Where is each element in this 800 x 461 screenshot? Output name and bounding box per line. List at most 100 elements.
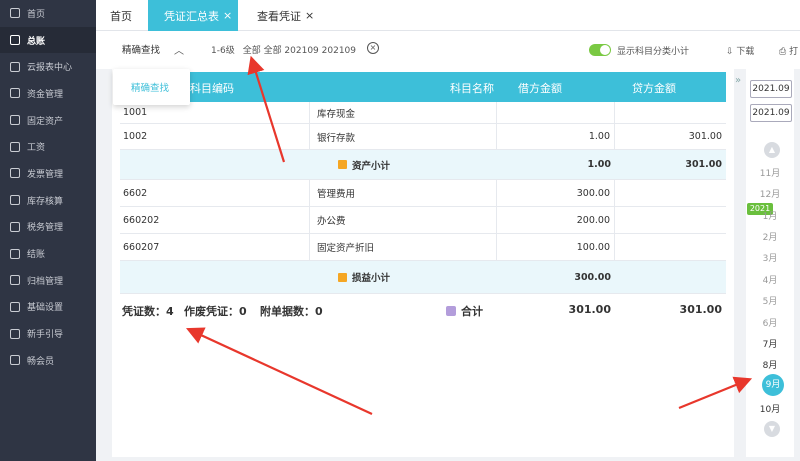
subtotal-debit: 1.00 (587, 159, 611, 170)
period-end-field[interactable]: 2021.09 (750, 104, 792, 122)
download-button[interactable]: ⇩ 下载 (726, 44, 754, 57)
sidebar-item-settings[interactable]: 基础设置 (0, 294, 96, 321)
sidebar-item-ledger[interactable]: 总账 (0, 26, 96, 54)
total-credit: 301.00 (679, 303, 722, 316)
clear-filter-icon[interactable]: × (367, 42, 379, 54)
month-item[interactable]: 10月 (746, 402, 794, 415)
warehouse-icon (10, 195, 20, 206)
month-item[interactable]: 12月 (746, 187, 794, 200)
sidebar-item-fixed-assets[interactable]: 固定资产 (0, 107, 96, 134)
cell-credit (615, 234, 726, 260)
month-item[interactable]: 8月 (746, 358, 794, 371)
sidebar-item-label: 结账 (27, 250, 46, 261)
sidebar-item-label: 固定资产 (27, 116, 64, 127)
print-button[interactable]: ⎙ 打 (779, 44, 798, 57)
scroll-down-icon[interactable]: ▼ (764, 421, 780, 437)
sidebar-item-archive[interactable]: 归档管理 (0, 267, 96, 294)
toggle-label: 显示科目分类小计 (617, 47, 690, 57)
table-row[interactable]: 1002 银行存款 1.00 301.00 (120, 124, 726, 150)
cell-code: 660207 (120, 234, 310, 260)
subtotal-toggle[interactable] (589, 44, 611, 56)
month-item[interactable]: 6月 (746, 316, 794, 329)
wallet-icon (10, 88, 20, 99)
print-label: 打 (789, 47, 799, 57)
month-item[interactable]: 5月 (746, 294, 794, 307)
total-icon (446, 306, 456, 316)
sidebar-item-label: 税务管理 (27, 223, 64, 234)
subtotal-label: 资产小计 (338, 150, 390, 179)
printer-icon: ⎙ (779, 47, 790, 57)
header-code: 科目编码 (190, 82, 234, 95)
table-footer: 凭证数：4 作废凭证：0 附单据数：0 合计 301.00 301.00 (120, 296, 726, 322)
month-item-selected[interactable]: 9月 (762, 374, 784, 396)
month-item[interactable]: 1月 (746, 209, 794, 222)
double-chevron-right-icon[interactable]: » (735, 75, 741, 86)
download-label: 下载 (736, 47, 755, 57)
month-item[interactable]: 11月 (746, 166, 794, 179)
attachment-count: 附单据数：0 (260, 305, 323, 318)
subtotal-text: 资产小计 (352, 160, 391, 172)
filter-range[interactable]: 1-6级 全部 全部 202109 202109 (211, 43, 356, 56)
guide-icon (10, 328, 20, 339)
summary-table-panel: 科目编码 科目名称 借方金额 贷方金额 1001 库存现金 1002 银行存款 … (112, 69, 734, 457)
total-text: 合计 (461, 305, 483, 318)
close-icon[interactable]: × (223, 9, 232, 22)
cell-credit (615, 180, 726, 206)
tab-home[interactable]: 首页 (110, 0, 132, 31)
cell-name: 办公费 (310, 207, 497, 233)
header-credit: 贷方金额 (632, 82, 676, 95)
sidebar-item-cloud-report[interactable]: 云报表中心 (0, 53, 96, 80)
header-name: 科目名称 (450, 82, 494, 95)
period-start-field[interactable]: 2021.09 (750, 80, 792, 98)
chevron-up-icon: ︿ (174, 46, 184, 57)
table-row[interactable]: 1001 库存现金 (120, 102, 726, 124)
archive-icon (10, 275, 20, 286)
tab-voucher-summary[interactable]: 凭证汇总表 × (148, 0, 238, 31)
table-row[interactable]: 660202 办公费 200.00 (120, 207, 726, 234)
sidebar-item-label: 基础设置 (27, 303, 64, 314)
subtotal-label: 损益小计 (338, 261, 390, 293)
subtotal-row-assets: 资产小计 1.00 301.00 (120, 150, 726, 180)
subtotal-icon (338, 160, 347, 169)
sidebar-item-label: 总账 (27, 36, 46, 47)
download-icon: ⇩ (726, 47, 737, 57)
cell-credit (615, 102, 726, 123)
tab-label: 首页 (110, 9, 132, 23)
sidebar-item-guide[interactable]: 新手引导 (0, 320, 96, 347)
period-range: 全部 全部 202109 202109 (242, 46, 356, 56)
table-row[interactable]: 6602 管理费用 300.00 (120, 180, 726, 207)
home-icon (10, 8, 20, 19)
sidebar-item-label: 畅会员 (27, 356, 55, 367)
sidebar-item-inventory[interactable]: 库存核算 (0, 187, 96, 214)
salary-icon (10, 141, 20, 152)
sidebar-item-invoice[interactable]: 发票管理 (0, 160, 96, 187)
menu-item-exact-search[interactable]: 精确查找 (131, 80, 169, 94)
month-item[interactable]: 7月 (746, 337, 794, 350)
sidebar-item-salary[interactable]: 工资 (0, 133, 96, 160)
total-debit: 301.00 (568, 303, 611, 316)
tax-icon (10, 221, 20, 232)
sidebar-item-closing[interactable]: 结账 (0, 240, 96, 267)
closing-icon (10, 248, 20, 259)
month-item[interactable]: 2月 (746, 230, 794, 243)
toolbar: 精确查找 ︿ 1-6级 全部 全部 202109 202109 × 显示科目分类小… (96, 31, 800, 69)
scroll-up-icon[interactable]: ▲ (764, 142, 780, 158)
month-item[interactable]: 4月 (746, 273, 794, 286)
subtotal-icon (338, 272, 347, 282)
table-row[interactable]: 660207 固定资产折旧 100.00 (120, 234, 726, 261)
cell-name: 银行存款 (310, 124, 497, 149)
cell-debit: 1.00 (497, 124, 615, 149)
sidebar-item-tax[interactable]: 税务管理 (0, 214, 96, 241)
close-icon[interactable]: × (305, 9, 314, 22)
search-mode-dropdown[interactable]: 精确查找 ︿ (112, 38, 192, 60)
tab-label: 凭证汇总表 (164, 9, 219, 23)
sidebar-item-home[interactable]: 首页 (0, 0, 96, 27)
sidebar-item-funds[interactable]: 资金管理 (0, 80, 96, 107)
month-item[interactable]: 3月 (746, 251, 794, 264)
sidebar-item-vip[interactable]: 畅会员 (0, 347, 96, 374)
cell-debit: 100.00 (497, 234, 615, 260)
sidebar-item-label: 工资 (27, 143, 46, 154)
tab-view-voucher[interactable]: 查看凭证 × (257, 0, 314, 31)
subtotal-text: 损益小计 (352, 273, 391, 284)
cell-debit (497, 102, 615, 123)
